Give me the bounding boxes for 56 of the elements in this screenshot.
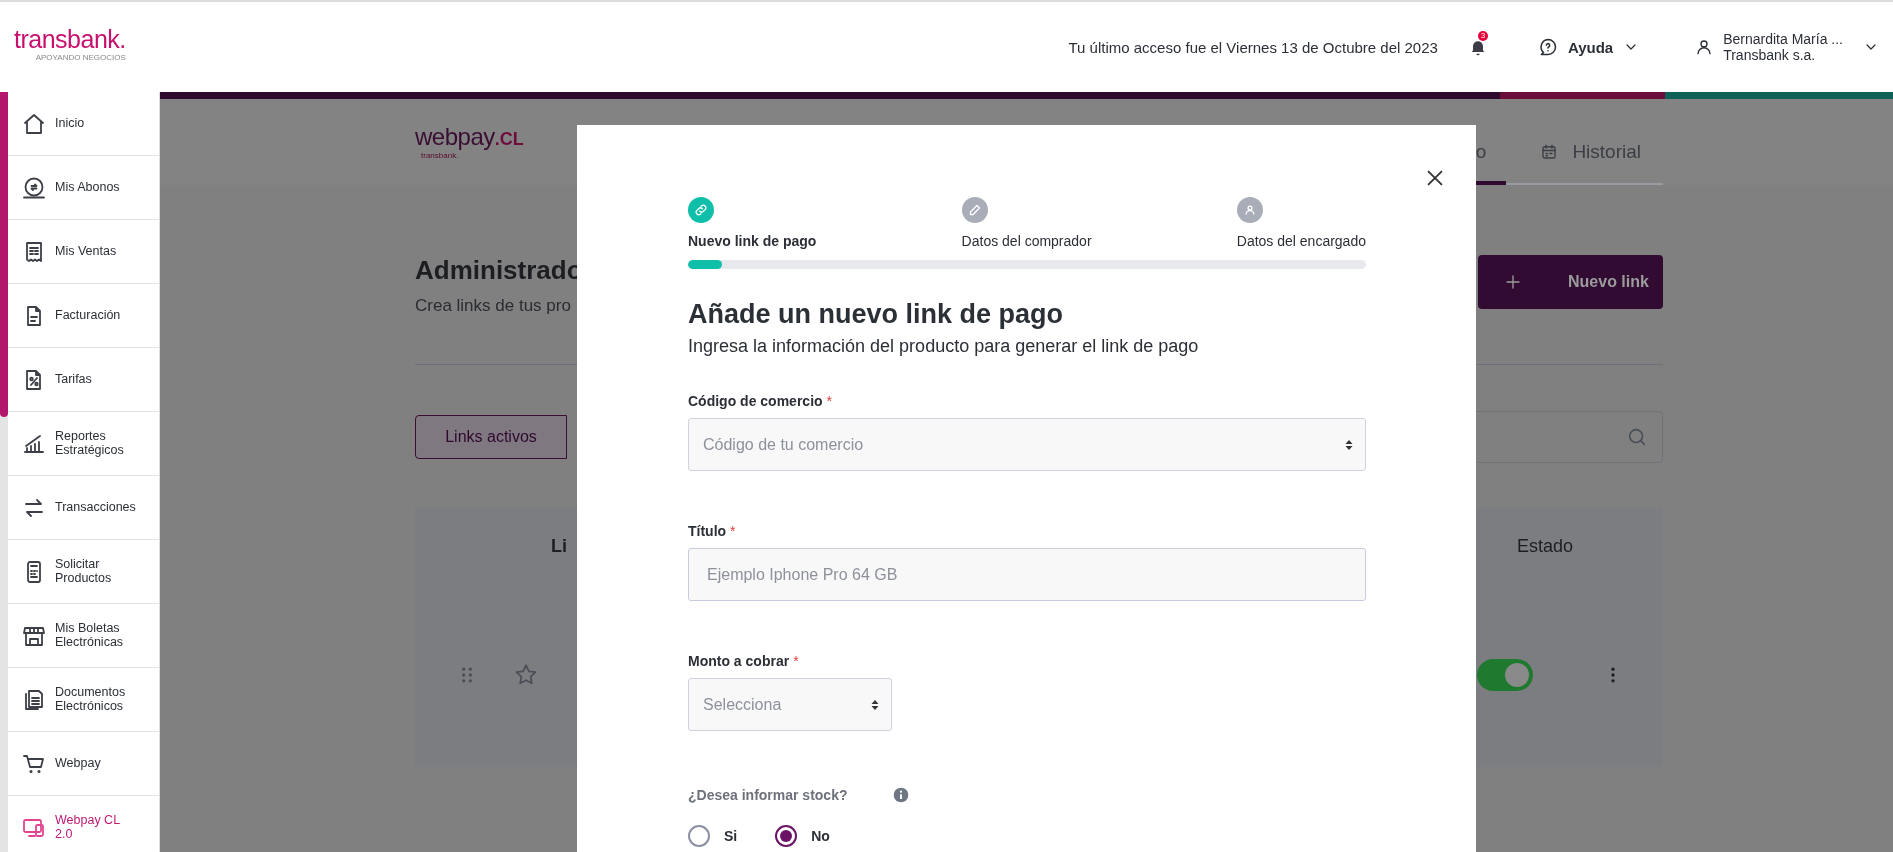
field-label: Título xyxy=(688,523,727,539)
step-label: Datos del comprador xyxy=(961,233,1092,249)
sidebar-item[interactable]: Webpay CL 2.0 xyxy=(8,796,159,852)
required-mark: * xyxy=(730,523,736,539)
company-name: Transbank s.a. xyxy=(1723,47,1817,63)
sidebar-item[interactable]: Webpay xyxy=(8,732,159,796)
page-subtitle: Crea links de tus pro xyxy=(415,296,572,316)
sidebar-item[interactable]: Reportes Estratégicos xyxy=(8,412,159,476)
logo-tagline: APOYANDO NEGOCIOS xyxy=(35,52,126,62)
help-icon xyxy=(1537,37,1558,57)
page-title: Administrado xyxy=(415,255,583,286)
field-label: Código de comercio xyxy=(688,393,823,409)
sidebar-item[interactable]: Solicitar Productos xyxy=(8,540,159,604)
user-name: Bernardita María ... xyxy=(1723,31,1843,47)
calendar-icon xyxy=(1540,143,1559,161)
info-icon[interactable] xyxy=(892,787,909,803)
notification-badge: 3 xyxy=(1477,31,1488,41)
question-text: ¿Desea informar stock? xyxy=(688,787,848,803)
sidebar-item[interactable]: Mis Boletas Electrónicas xyxy=(8,604,159,668)
house-icon xyxy=(22,111,46,136)
new-link-button[interactable]: Nuevo link xyxy=(1478,255,1663,309)
radio-label[interactable]: Si xyxy=(724,828,738,844)
last-access-text: Tu último acceso fue el Viernes 13 de Octubre del 2023 xyxy=(1068,38,1438,56)
step-label: Datos del encargado xyxy=(1236,233,1366,249)
sidebar-item[interactable]: Mis Abonos xyxy=(8,156,159,220)
step-label: Nuevo link de pago xyxy=(688,233,817,249)
sidebar-item[interactable]: Tarifas xyxy=(8,348,159,412)
plus-icon xyxy=(1504,273,1522,291)
documents-icon xyxy=(22,687,46,712)
field-label: Monto a cobrar xyxy=(688,653,790,669)
sidebar-item[interactable]: Mis Ventas xyxy=(8,220,159,284)
scrollbar[interactable] xyxy=(0,92,8,852)
sidebar-item[interactable]: Transacciones xyxy=(8,476,159,540)
sidebar-item[interactable]: Documentos Electrónicos xyxy=(8,668,159,732)
help-menu[interactable]: Ayuda xyxy=(1537,37,1640,57)
input-field[interactable]: Ejemplo Iphone Pro 64 GB xyxy=(688,548,1366,601)
search-icon xyxy=(1626,426,1648,448)
logo-suffix: .CL xyxy=(494,129,524,149)
sidebar-item[interactable]: Inicio xyxy=(8,92,159,156)
sidebar-item[interactable]: Facturación xyxy=(8,284,159,348)
person-icon xyxy=(1695,38,1714,56)
column-header: Li xyxy=(551,535,567,557)
radio-button[interactable] xyxy=(688,825,710,847)
webpay-logo: webpay xyxy=(415,123,495,151)
modal-title: Añade un nuevo link de pago xyxy=(688,299,1065,330)
coin-icon xyxy=(22,175,46,200)
modal-subtitle: Ingresa la información del producto para generar el link de pago xyxy=(688,336,1200,357)
brand-logo: transbank. xyxy=(14,26,126,52)
radio-button[interactable] xyxy=(775,825,798,847)
required-mark: * xyxy=(826,393,833,409)
radio-label[interactable]: No xyxy=(811,828,830,844)
required-mark: * xyxy=(793,653,799,669)
toggle-switch[interactable] xyxy=(1477,659,1533,691)
filter-tab[interactable]: Links activos xyxy=(415,415,567,459)
column-header: Estado xyxy=(1516,535,1573,557)
logo-subtitle: transbank. xyxy=(421,151,460,160)
